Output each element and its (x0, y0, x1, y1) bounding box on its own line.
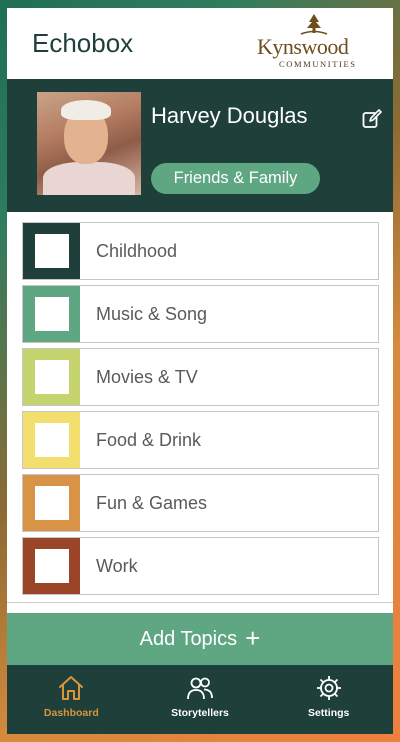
logo-subtitle: COMMUNITIES (279, 59, 357, 69)
topic-checkbox (34, 486, 69, 520)
nav-label-dashboard: Dashboard (43, 707, 99, 719)
app-header: Echobox Kynswood COMMUNITIES (7, 8, 393, 79)
topic-checkbox (34, 234, 69, 268)
add-topics-label: Add Topics (139, 627, 238, 650)
avatar-shirt (43, 162, 135, 195)
topic-checkbox (34, 297, 69, 331)
plus-icon: + (245, 623, 261, 653)
edit-icon[interactable] (362, 109, 382, 129)
nav-label-settings: Settings (307, 707, 350, 719)
nav-label-storytellers: Storytellers (171, 707, 229, 719)
nav-settings[interactable]: Settings (264, 665, 393, 734)
topic-color-swatch (23, 286, 80, 342)
topic-checkbox (34, 360, 69, 394)
topic-color-swatch (23, 223, 80, 279)
logo-wordmark: Kynswood (257, 34, 349, 59)
topic-list: Childhood Music & Song Movies & TV Food … (22, 222, 379, 600)
kynswood-logo: Kynswood COMMUNITIES (255, 14, 377, 72)
app-title: Echobox (32, 28, 134, 58)
profile-card: Harvey Douglas Friends & Family (7, 79, 393, 212)
app-frame: Echobox Kynswood COMMUNITIES Harvey Doug… (7, 8, 393, 734)
topic-checkbox (34, 549, 69, 583)
topic-color-swatch (23, 349, 80, 405)
tree-logo-icon (300, 14, 328, 35)
topic-label: Work (96, 555, 138, 576)
topic-label: Movies & TV (96, 366, 198, 387)
bottom-nav: Dashboard Storytellers Settings (7, 665, 393, 734)
avatar (37, 92, 141, 195)
topic-item-music-song[interactable]: Music & Song (22, 285, 379, 343)
nav-dashboard[interactable]: Dashboard (7, 665, 136, 734)
topic-checkbox (34, 423, 69, 457)
people-icon (187, 677, 213, 700)
list-divider (7, 602, 393, 603)
topic-label: Food & Drink (96, 429, 202, 450)
topic-label: Childhood (96, 240, 178, 261)
avatar-hair (61, 100, 111, 120)
topic-color-swatch (23, 538, 80, 594)
topic-item-work[interactable]: Work (22, 537, 379, 595)
topic-label: Fun & Games (96, 492, 208, 513)
topic-item-childhood[interactable]: Childhood (22, 222, 379, 280)
topic-label: Music & Song (96, 303, 208, 324)
topic-item-movies-tv[interactable]: Movies & TV (22, 348, 379, 406)
add-topics-button[interactable]: Add Topics + (7, 613, 393, 665)
nav-storytellers[interactable]: Storytellers (136, 665, 265, 734)
gear-icon (316, 676, 341, 700)
topic-color-swatch (23, 412, 80, 468)
topic-item-fun-games[interactable]: Fun & Games (22, 474, 379, 532)
home-icon (59, 676, 84, 700)
group-badge-button[interactable]: Friends & Family (151, 163, 320, 194)
profile-name: Harvey Douglas (151, 103, 308, 128)
topic-item-food-drink[interactable]: Food & Drink (22, 411, 379, 469)
topic-color-swatch (23, 475, 80, 531)
